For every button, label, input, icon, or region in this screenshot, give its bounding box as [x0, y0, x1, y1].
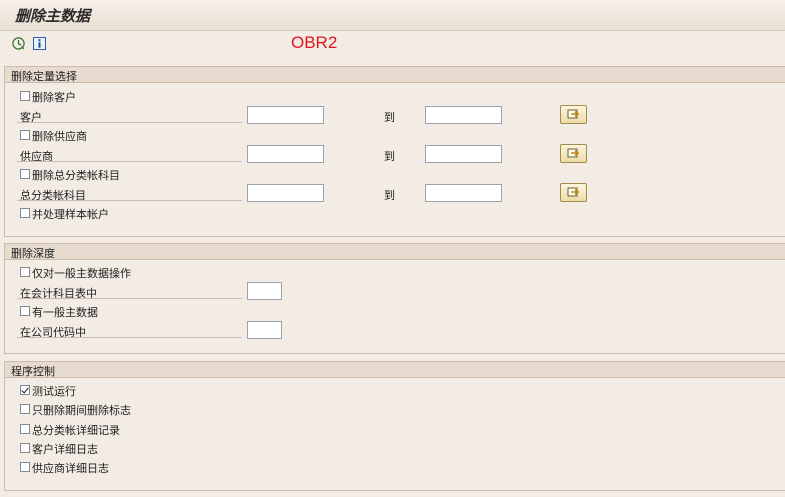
section-title: 删除深度	[11, 247, 55, 260]
section-title: 程序控制	[11, 365, 55, 378]
vendor-from-input[interactable]	[247, 145, 324, 163]
test-run-label: 测试运行	[32, 385, 76, 398]
title-bar: 删除主数据	[0, 0, 785, 31]
vendor-multi-select-button[interactable]	[560, 144, 587, 163]
vendor-to-input[interactable]	[425, 145, 502, 163]
with-general-label: 有一般主数据	[32, 306, 98, 319]
page-title: 删除主数据	[15, 7, 91, 25]
section-header: 删除深度	[5, 244, 785, 260]
sample-accounts-checkbox[interactable]	[20, 208, 30, 218]
delete-vendors-checkbox[interactable]	[20, 130, 30, 140]
customer-to-label: 到	[384, 111, 395, 124]
row-divider	[17, 122, 242, 123]
delete-gl-checkbox[interactable]	[20, 169, 30, 179]
multiple-selection-arrow-icon	[567, 148, 580, 158]
delete-customers-checkbox[interactable]	[20, 91, 30, 101]
test-run-checkbox[interactable]	[20, 385, 30, 395]
gl-multi-select-button[interactable]	[560, 183, 587, 202]
gl-to-label: 到	[384, 189, 395, 202]
control-section: 程序控制	[4, 361, 785, 491]
section-title: 删除定量选择	[11, 70, 77, 83]
general-only-checkbox[interactable]	[20, 267, 30, 277]
vendor-detail-log-checkbox[interactable]	[20, 462, 30, 472]
delete-vendors-label: 删除供应商	[32, 130, 87, 143]
delete-gl-label: 删除总分类帐科目	[32, 169, 120, 182]
gl-from-input[interactable]	[247, 184, 324, 202]
transaction-code: OBR2	[291, 33, 338, 52]
row-divider	[17, 337, 242, 338]
company-code-input[interactable]	[247, 321, 282, 339]
with-general-checkbox[interactable]	[20, 306, 30, 316]
multiple-selection-arrow-icon	[567, 109, 580, 119]
customer-to-input[interactable]	[425, 106, 502, 124]
section-header: 删除定量选择	[5, 67, 785, 83]
row-divider	[17, 200, 242, 201]
gl-detail-log-label: 总分类帐详细记录	[32, 424, 120, 437]
multiple-selection-arrow-icon	[567, 187, 580, 197]
execute-clock-icon[interactable]	[12, 37, 25, 50]
gl-to-input[interactable]	[425, 184, 502, 202]
application-toolbar	[0, 31, 785, 59]
customer-detail-log-checkbox[interactable]	[20, 443, 30, 453]
vendor-detail-log-label: 供应商详细日志	[32, 462, 109, 475]
general-only-label: 仅对一般主数据操作	[32, 267, 131, 280]
only-deletion-flag-label: 只删除期间删除标志	[32, 404, 131, 417]
info-icon[interactable]	[33, 37, 46, 50]
row-divider	[17, 161, 242, 162]
customer-from-input[interactable]	[247, 106, 324, 124]
vendor-to-label: 到	[384, 150, 395, 163]
sample-accounts-label: 并处理样本帐户	[32, 208, 109, 221]
gl-detail-log-checkbox[interactable]	[20, 424, 30, 434]
only-deletion-flag-checkbox[interactable]	[20, 404, 30, 414]
row-divider	[17, 298, 242, 299]
customer-multi-select-button[interactable]	[560, 105, 587, 124]
section-header: 程序控制	[5, 362, 785, 378]
customer-detail-log-label: 客户详细日志	[32, 443, 98, 456]
chart-of-accounts-input[interactable]	[247, 282, 282, 300]
delete-customers-label: 删除客户	[32, 91, 76, 104]
